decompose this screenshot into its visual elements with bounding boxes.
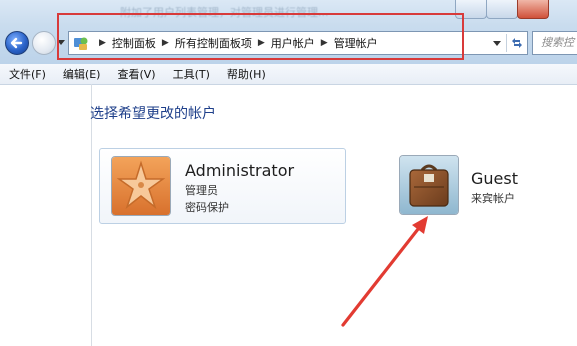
annotation-arrow-icon [341, 216, 428, 327]
